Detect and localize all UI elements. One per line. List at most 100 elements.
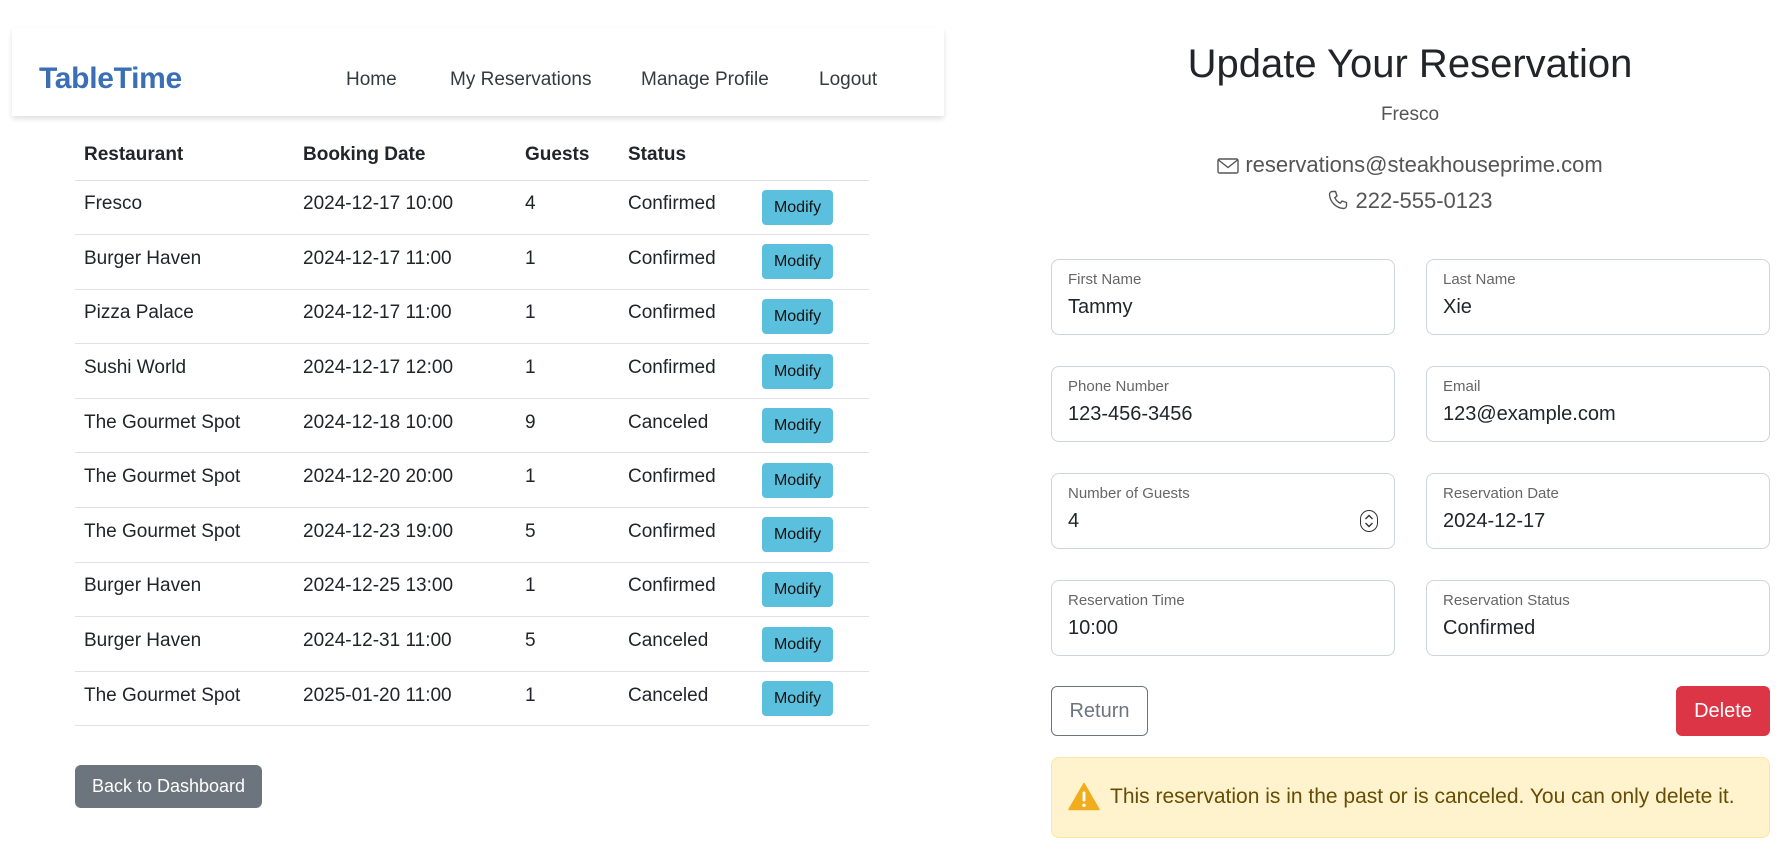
last-name-field[interactable]: Last Name Xie xyxy=(1426,259,1770,335)
cell-actions: Modify xyxy=(753,343,869,399)
reservations-table: Restaurant Booking Date Guests Status Fr… xyxy=(75,130,869,727)
modify-button[interactable]: Modify xyxy=(762,626,833,662)
modify-button[interactable]: Modify xyxy=(762,298,833,334)
restaurant-phone-text: 222-555-0123 xyxy=(1355,188,1493,213)
phone-number-value[interactable]: 123-456-3456 xyxy=(1068,403,1193,426)
guests-field[interactable]: Number of Guests 4 xyxy=(1051,473,1395,549)
nav-logout[interactable]: Logout xyxy=(819,69,877,91)
quantity-stepper[interactable] xyxy=(1360,510,1378,532)
cell-actions: Modify xyxy=(753,562,869,618)
table-row: Burger Haven 2024-12-17 11:00 1 Confirme… xyxy=(75,234,869,290)
table-row: The Gourmet Spot 2024-12-20 20:00 1 Conf… xyxy=(75,452,869,509)
restaurant-email: reservations@steakhouseprime.com xyxy=(1050,152,1770,178)
cell-guests: 5 xyxy=(516,616,619,672)
table-row: Fresco 2024-12-17 10:00 4 Confirmed Modi… xyxy=(75,180,869,236)
cell-booking-date: 2024-12-17 10:00 xyxy=(294,180,516,236)
modify-button[interactable]: Modify xyxy=(762,408,833,444)
cell-restaurant: The Gourmet Spot xyxy=(75,398,294,454)
warning-text: This reservation is in the past or is ca… xyxy=(1110,785,1735,808)
back-to-dashboard-button[interactable]: Back to Dashboard xyxy=(75,765,262,808)
modify-button[interactable]: Modify xyxy=(762,681,833,717)
modify-button[interactable]: Modify xyxy=(762,189,833,225)
modify-button[interactable]: Modify xyxy=(762,462,833,498)
cell-restaurant: Sushi World xyxy=(75,343,294,399)
cell-actions: Modify xyxy=(753,398,869,454)
cell-guests: 1 xyxy=(516,671,619,727)
table-row: Burger Haven 2024-12-25 13:00 1 Confirme… xyxy=(75,562,869,618)
cell-status: Confirmed xyxy=(619,343,753,399)
warning-alert: This reservation is in the past or is ca… xyxy=(1051,757,1770,838)
page-title: Update Your Reservation xyxy=(1187,42,1633,86)
modify-button[interactable]: Modify xyxy=(762,517,833,553)
modify-button[interactable]: Modify xyxy=(762,353,833,389)
reservation-status-value[interactable]: Confirmed xyxy=(1443,617,1535,640)
guests-value[interactable]: 4 xyxy=(1068,510,1079,533)
cell-restaurant: Pizza Palace xyxy=(75,289,294,345)
last-name-value[interactable]: Xie xyxy=(1443,296,1472,319)
cell-status: Confirmed xyxy=(619,452,753,509)
reservation-status-field[interactable]: Reservation Status Confirmed xyxy=(1426,580,1770,656)
table-header-row: Restaurant Booking Date Guests Status xyxy=(75,130,869,181)
cell-booking-date: 2024-12-25 13:00 xyxy=(294,562,516,618)
cell-guests: 5 xyxy=(516,507,619,563)
modify-button[interactable]: Modify xyxy=(762,244,833,280)
cell-status: Confirmed xyxy=(619,562,753,618)
cell-restaurant: Burger Haven xyxy=(75,234,294,290)
header-actions xyxy=(753,130,869,181)
cell-guests: 1 xyxy=(516,289,619,345)
return-button[interactable]: Return xyxy=(1051,686,1148,736)
cell-booking-date: 2025-01-20 11:00 xyxy=(294,671,516,727)
cell-booking-date: 2024-12-17 12:00 xyxy=(294,343,516,399)
header-status: Status xyxy=(619,130,753,181)
cell-restaurant: Burger Haven xyxy=(75,616,294,672)
cell-guests: 9 xyxy=(516,398,619,454)
cell-restaurant: The Gourmet Spot xyxy=(75,671,294,727)
warning-icon xyxy=(1068,782,1100,811)
reservation-date-label: Reservation Date xyxy=(1443,485,1559,502)
cell-status: Canceled xyxy=(619,616,753,672)
brand-logo[interactable]: TableTime xyxy=(39,62,182,96)
cell-guests: 1 xyxy=(516,234,619,290)
restaurant-phone: 222-555-0123 xyxy=(1050,188,1770,214)
nav-home[interactable]: Home xyxy=(346,69,397,91)
nav-my-reservations[interactable]: My Reservations xyxy=(450,69,592,91)
reservation-time-value[interactable]: 10:00 xyxy=(1068,617,1118,640)
header-guests: Guests xyxy=(516,130,619,181)
first-name-value[interactable]: Tammy xyxy=(1068,296,1132,319)
cell-restaurant: The Gourmet Spot xyxy=(75,452,294,509)
reservation-status-label: Reservation Status xyxy=(1443,592,1570,609)
cell-actions: Modify xyxy=(753,180,869,236)
cell-status: Canceled xyxy=(619,398,753,454)
header-booking-date: Booking Date xyxy=(294,130,516,181)
stepper-arrows-icon xyxy=(1365,514,1373,528)
email-value[interactable]: 123@example.com xyxy=(1443,403,1616,426)
table-row: Sushi World 2024-12-17 12:00 1 Confirmed… xyxy=(75,343,869,399)
guests-label: Number of Guests xyxy=(1068,485,1190,502)
cell-status: Confirmed xyxy=(619,507,753,563)
cell-restaurant: Fresco xyxy=(75,180,294,236)
first-name-field[interactable]: First Name Tammy xyxy=(1051,259,1395,335)
email-field[interactable]: Email 123@example.com xyxy=(1426,366,1770,442)
envelope-icon xyxy=(1217,158,1240,174)
delete-button[interactable]: Delete xyxy=(1676,686,1770,736)
table-row: The Gourmet Spot 2025-01-20 11:00 1 Canc… xyxy=(75,671,869,727)
cell-restaurant: Burger Haven xyxy=(75,562,294,618)
reservation-time-label: Reservation Time xyxy=(1068,592,1185,609)
cell-actions: Modify xyxy=(753,507,869,563)
cell-status: Canceled xyxy=(619,671,753,727)
cell-guests: 1 xyxy=(516,343,619,399)
reservation-date-value[interactable]: 2024-12-17 xyxy=(1443,510,1545,533)
phone-number-field[interactable]: Phone Number 123-456-3456 xyxy=(1051,366,1395,442)
email-label: Email xyxy=(1443,378,1481,395)
nav-manage-profile[interactable]: Manage Profile xyxy=(641,69,769,91)
cell-status: Confirmed xyxy=(619,234,753,290)
table-row: Burger Haven 2024-12-31 11:00 5 Canceled… xyxy=(75,616,869,672)
cell-actions: Modify xyxy=(753,616,869,672)
cell-booking-date: 2024-12-23 19:00 xyxy=(294,507,516,563)
restaurant-email-text: reservations@steakhouseprime.com xyxy=(1245,152,1603,177)
reservation-time-field[interactable]: Reservation Time 10:00 xyxy=(1051,580,1395,656)
restaurant-name: Fresco xyxy=(1380,104,1440,125)
reservations-panel: TableTime Home My Reservations Manage Pr… xyxy=(12,0,944,854)
reservation-date-field[interactable]: Reservation Date 2024-12-17 xyxy=(1426,473,1770,549)
modify-button[interactable]: Modify xyxy=(762,571,833,607)
